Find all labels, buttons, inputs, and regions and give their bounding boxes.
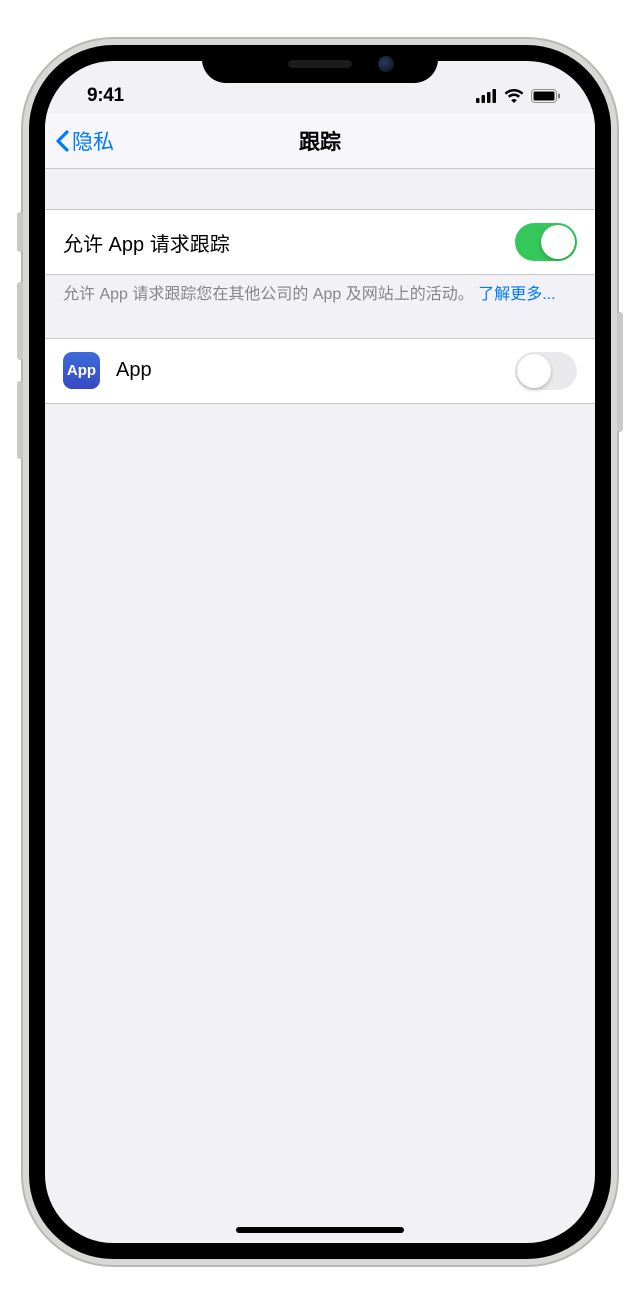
power-button <box>617 312 623 432</box>
volume-down-button <box>17 381 23 459</box>
mute-switch <box>17 212 23 252</box>
status-icons <box>476 89 561 103</box>
learn-more-link[interactable]: 了解更多... <box>478 286 555 303</box>
nav-bar: 隐私 跟踪 <box>45 113 595 169</box>
footer-description: 允许 App 请求跟踪您在其他公司的 App 及网站上的活动。 <box>63 286 474 303</box>
app-row: App App <box>45 339 595 403</box>
battery-icon <box>531 89 561 103</box>
apps-group: App App <box>45 338 595 404</box>
back-label: 隐私 <box>72 126 114 156</box>
app-icon: App <box>63 352 100 389</box>
chevron-left-icon <box>55 130 69 152</box>
home-indicator[interactable] <box>236 1227 404 1233</box>
screen: 9:41 隐私 跟踪 允许 App 请求跟踪 <box>45 61 595 1243</box>
app-tracking-toggle[interactable] <box>515 352 577 390</box>
allow-requests-toggle[interactable] <box>515 223 577 261</box>
allow-requests-footer: 允许 App 请求跟踪您在其他公司的 App 及网站上的活动。 了解更多... <box>45 275 595 306</box>
front-camera <box>378 56 394 72</box>
volume-up-button <box>17 282 23 360</box>
wifi-icon <box>504 89 524 103</box>
nav-title: 跟踪 <box>45 126 595 156</box>
allow-requests-label: 允许 App 请求跟踪 <box>63 228 515 257</box>
allow-requests-row: 允许 App 请求跟踪 <box>45 210 595 274</box>
app-name-label: App <box>116 359 515 382</box>
cellular-signal-icon <box>476 89 497 103</box>
status-time: 9:41 <box>87 85 124 107</box>
notch <box>202 45 438 83</box>
back-button[interactable]: 隐私 <box>51 122 118 160</box>
allow-requests-group: 允许 App 请求跟踪 <box>45 209 595 275</box>
phone-frame: 9:41 隐私 跟踪 允许 App 请求跟踪 <box>21 37 619 1267</box>
